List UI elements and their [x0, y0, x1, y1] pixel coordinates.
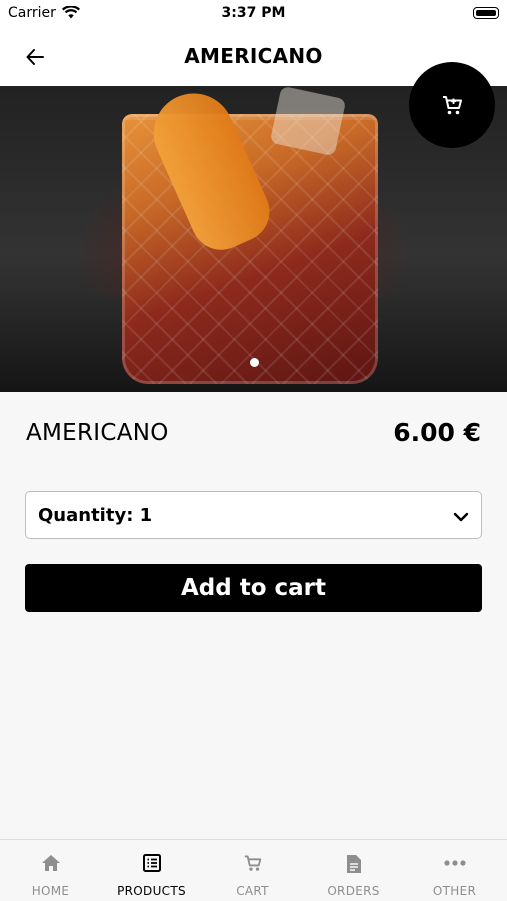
tab-home[interactable]: HOME — [0, 840, 101, 901]
tab-label: PRODUCTS — [117, 884, 186, 898]
product-name: AMERICANO — [26, 420, 169, 446]
tab-orders[interactable]: ORDERS — [303, 840, 404, 901]
clock: 3:37 PM — [221, 5, 286, 21]
quantity-select[interactable]: Quantity: 1 — [25, 491, 482, 539]
document-icon — [303, 854, 404, 874]
cart-icon — [443, 96, 462, 115]
product-price: 6.00 € — [393, 418, 481, 447]
tab-label: HOME — [31, 884, 70, 898]
add-to-cart-button[interactable]: Add to cart — [25, 564, 482, 612]
tab-cart[interactable]: CART — [202, 840, 303, 901]
tab-label: ORDERS — [327, 884, 380, 898]
page-title: AMERICANO — [184, 44, 323, 68]
cart-icon — [202, 854, 303, 874]
chevron-down-icon — [453, 507, 469, 526]
tab-other[interactable]: OTHER — [404, 840, 505, 901]
home-icon — [0, 854, 101, 874]
list-icon — [101, 854, 202, 874]
bottom-tab-bar: HOME PRODUCTS CART ORDERS OTHER — [0, 839, 507, 900]
battery-icon — [473, 7, 499, 19]
quantity-label: Quantity: 1 — [38, 505, 153, 526]
status-bar: Carrier 3:37 PM — [0, 0, 507, 28]
more-icon — [404, 854, 505, 874]
cart-button[interactable] — [409, 62, 495, 148]
tab-label: CART — [236, 884, 269, 898]
carousel-indicator-dot[interactable] — [250, 358, 259, 367]
tab-label: OTHER — [432, 884, 477, 898]
tab-products[interactable]: PRODUCTS — [101, 840, 202, 901]
